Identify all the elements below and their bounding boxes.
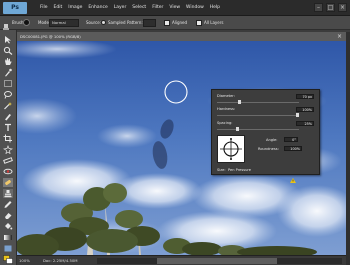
magic-wand-tool-icon[interactable]: [3, 101, 13, 110]
color-swatches-icon[interactable]: [3, 255, 13, 264]
menu-edit[interactable]: Edit: [54, 0, 63, 16]
warning-icon: [290, 168, 296, 183]
lasso-tool-icon[interactable]: [3, 90, 13, 99]
menu-help[interactable]: Help: [210, 0, 220, 16]
angle-input[interactable]: 0°: [284, 137, 298, 142]
menu-select[interactable]: Select: [132, 0, 146, 16]
spacing-slider[interactable]: [217, 127, 299, 131]
move-tool-icon[interactable]: [3, 35, 13, 44]
minimize-button[interactable]: –: [314, 3, 323, 12]
eraser-tool-icon[interactable]: [3, 211, 13, 220]
menu-window[interactable]: Window: [186, 0, 204, 16]
horizontal-scroll-thumb[interactable]: [157, 258, 277, 264]
paint-bucket-tool-icon[interactable]: [3, 222, 13, 231]
menu-layer[interactable]: Layer: [114, 0, 127, 16]
pattern-picker[interactable]: [143, 19, 156, 27]
all-layers-label: All Layers: [204, 20, 224, 25]
healing-brush-tool-icon[interactable]: [3, 178, 13, 187]
gradient-tool-icon[interactable]: [3, 233, 13, 242]
hardness-label: Hardness:: [217, 107, 236, 111]
image-canvas[interactable]: Diameter: 70 px Hardness: 100% Spacing: …: [17, 41, 346, 255]
spacing-slider-knob[interactable]: [236, 127, 239, 131]
size-label: Size:: [217, 168, 226, 172]
menu-view[interactable]: View: [169, 0, 180, 16]
roundness-label: Roundness:: [258, 147, 279, 151]
menu-file[interactable]: File: [40, 0, 48, 16]
tool-options-bar: Brush: Mode: Normal Source: Sampled Patt…: [0, 16, 350, 31]
document-tab[interactable]: DSC00081.JPG @ 100% (RGB/8) ×: [17, 32, 346, 41]
hardness-slider-knob[interactable]: [296, 113, 299, 117]
editor-window: Ps File Edit Image Enhance Layer Select …: [0, 0, 350, 265]
marquee-tool-icon[interactable]: [3, 79, 13, 88]
menu-image[interactable]: Image: [68, 0, 82, 16]
selection-brush-tool-icon[interactable]: [3, 112, 13, 121]
menu-filter[interactable]: Filter: [152, 0, 163, 16]
brush-tip-preview[interactable]: [217, 135, 245, 163]
angle-label: Angle:: [266, 138, 278, 142]
sampled-radio[interactable]: [101, 20, 106, 25]
hand-tool-icon[interactable]: [3, 57, 13, 66]
aligned-checkbox[interactable]: [164, 20, 170, 26]
straighten-tool-icon[interactable]: [3, 156, 13, 165]
close-document-button[interactable]: ×: [336, 33, 343, 40]
menu-enhance[interactable]: Enhance: [88, 0, 107, 16]
document-size: Doc: 2.25M/4.50M: [43, 258, 78, 263]
diameter-slider[interactable]: [217, 100, 299, 104]
document-title: DSC00081.JPG @ 100% (RGB/8): [20, 34, 81, 39]
maximize-button[interactable]: □: [326, 3, 335, 12]
app-logo: Ps: [3, 2, 27, 14]
type-tool-icon[interactable]: [3, 123, 13, 132]
window-controls: – □ ×: [314, 3, 347, 12]
menu-items: File Edit Image Enhance Layer Select Fil…: [40, 0, 220, 16]
brush-options-panel: Diameter: 70 px Hardness: 100% Spacing: …: [211, 89, 320, 183]
diameter-label: Diameter:: [217, 94, 235, 98]
size-pressure-select[interactable]: Pen Pressure: [228, 168, 251, 172]
mode-select[interactable]: Normal: [49, 19, 79, 27]
crop-tool-icon[interactable]: [3, 134, 13, 143]
brush-tip-crosshair-icon: [220, 138, 242, 160]
all-layers-checkbox[interactable]: [196, 20, 202, 26]
pattern-label: Pattern:: [127, 20, 143, 25]
eyedropper-tool-icon[interactable]: [3, 68, 13, 77]
toolbox: [0, 30, 17, 265]
spacing-input[interactable]: 25%: [296, 121, 314, 126]
clone-stamp-tool-button-icon[interactable]: [3, 189, 13, 198]
close-app-button[interactable]: ×: [338, 3, 347, 12]
shape-tool-icon[interactable]: [3, 244, 13, 253]
diameter-input[interactable]: 70 px: [296, 94, 314, 99]
hardness-slider[interactable]: [217, 113, 299, 117]
red-eye-tool-icon[interactable]: [3, 167, 13, 176]
clone-stamp-tool-icon: [2, 18, 10, 31]
horizontal-scrollbar[interactable]: [97, 258, 342, 264]
pencil-tool-icon[interactable]: [3, 200, 13, 209]
brush-preset-picker[interactable]: [23, 19, 30, 26]
hardness-input[interactable]: 100%: [296, 107, 314, 112]
status-bar: 100% Doc: 2.25M/4.50M: [17, 255, 346, 265]
aligned-label: Aligned: [172, 20, 188, 25]
roundness-input[interactable]: 100%: [284, 146, 302, 151]
cookie-cutter-tool-icon[interactable]: [3, 145, 13, 154]
zoom-level[interactable]: 100%: [19, 256, 30, 265]
zoom-tool-icon[interactable]: [3, 46, 13, 55]
mode-value: Normal: [52, 20, 66, 25]
sampled-label: Sampled: [108, 20, 126, 25]
diameter-slider-knob[interactable]: [238, 100, 242, 104]
vertical-scrollbar[interactable]: [346, 32, 350, 265]
spacing-label: Spacing:: [217, 121, 233, 125]
source-label: Source:: [86, 20, 102, 25]
menu-bar: Ps File Edit Image Enhance Layer Select …: [0, 0, 350, 16]
